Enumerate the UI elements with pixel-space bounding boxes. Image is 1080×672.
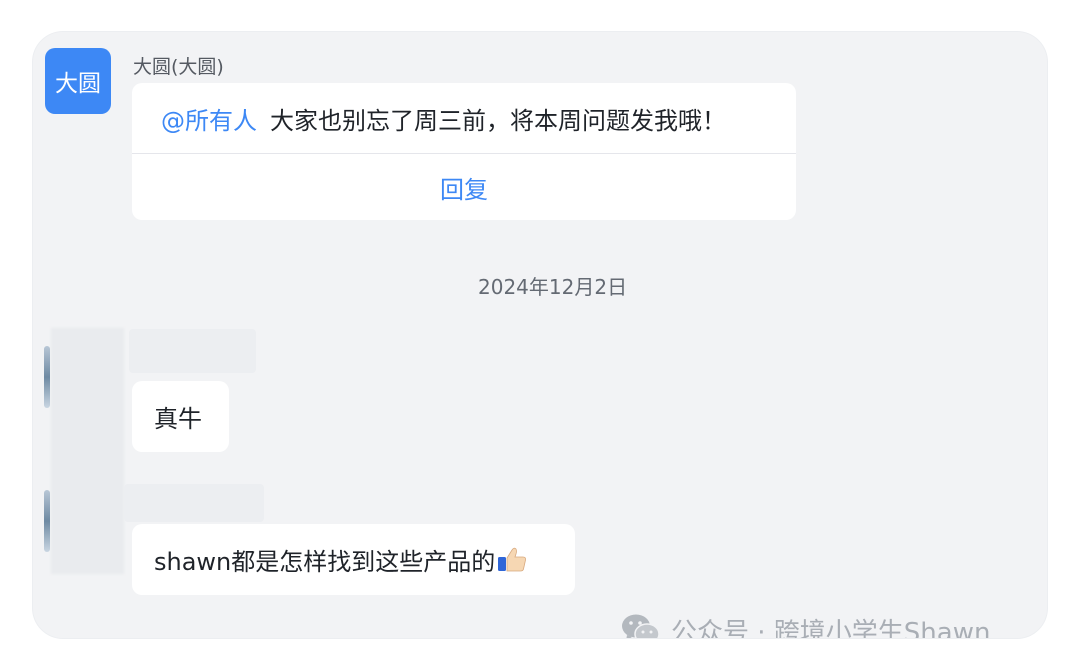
chat-window: 大圆 大圆(大圆) @所有人 大家也别忘了周三前，将本周问题发我哦！ 回复 20… — [33, 32, 1047, 638]
thumbs-up-icon — [498, 547, 527, 571]
watermark-text: 公众号 · 跨境小学生Shawn — [671, 617, 991, 639]
mention-all-link[interactable]: @所有人 — [161, 101, 257, 136]
message-text: shawn都是怎样找到这些产品的 — [154, 548, 496, 576]
mention-notice-card: @所有人 大家也别忘了周三前，将本周问题发我哦！ 回复 — [132, 83, 796, 220]
blurred-sender-name — [124, 484, 264, 522]
sender-name: 大圆(大圆) — [133, 56, 224, 78]
blurred-avatar-column — [51, 328, 124, 574]
wechat-icon — [622, 614, 660, 638]
notice-text: 大家也别忘了周三前，将本周问题发我哦！ — [270, 106, 726, 135]
message-bubble[interactable]: 真牛 — [132, 381, 229, 452]
sender-avatar[interactable]: 大圆 — [45, 48, 111, 114]
notice-body: @所有人 大家也别忘了周三前，将本周问题发我哦！ — [132, 83, 796, 153]
reply-button[interactable]: 回复 — [132, 154, 796, 220]
watermark: 公众号 · 跨境小学生Shawn — [621, 610, 990, 638]
blurred-avatar[interactable] — [44, 346, 50, 408]
blurred-avatar[interactable] — [44, 490, 50, 552]
message-bubble[interactable]: shawn都是怎样找到这些产品的 — [132, 524, 575, 595]
avatar-text: 大圆 — [55, 71, 101, 97]
blurred-sender-name — [129, 329, 256, 373]
message-text: 真牛 — [154, 405, 202, 433]
date-divider: 2024年12月2日 — [478, 275, 628, 299]
